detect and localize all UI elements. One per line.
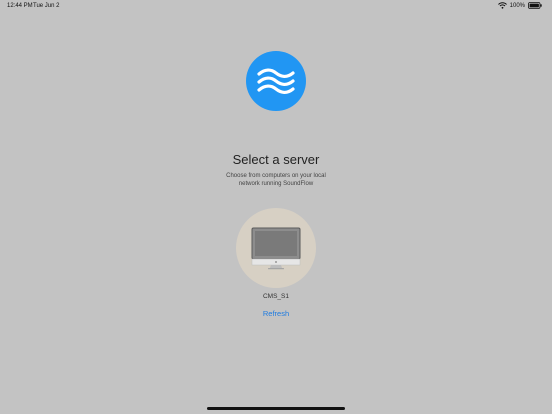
imac-computer-icon xyxy=(251,227,301,270)
battery-icon xyxy=(528,2,542,9)
home-indicator[interactable] xyxy=(207,407,345,410)
page-subtitle: Choose from computers on your local netw… xyxy=(226,173,326,187)
server-item-cms-s1[interactable] xyxy=(236,208,316,288)
soundflow-logo-icon xyxy=(246,51,306,111)
status-date: Tue Jun 2 xyxy=(33,3,60,9)
status-time: 12:44 PM xyxy=(7,3,33,9)
server-name: CMS_S1 xyxy=(262,293,289,300)
wifi-icon xyxy=(497,2,507,9)
status-bar: 12:44 PM Tue Jun 2 100% xyxy=(0,0,552,12)
status-indicators: 100% xyxy=(497,2,542,9)
battery-percentage: 100% xyxy=(509,2,525,9)
refresh-button[interactable]: Refresh xyxy=(0,309,552,318)
page-title: Select a server xyxy=(232,152,320,167)
